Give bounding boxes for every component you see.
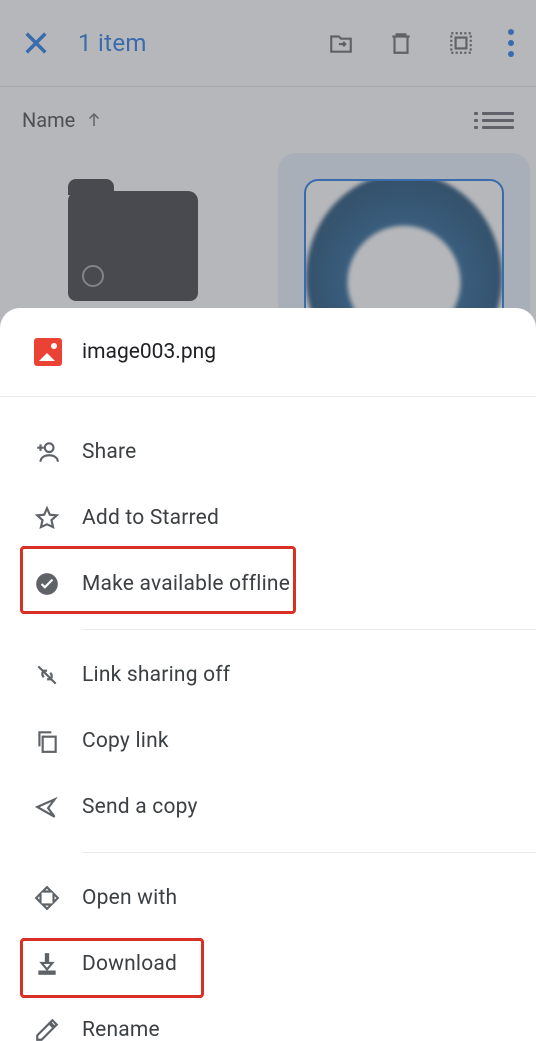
action-open-with[interactable]: Open with bbox=[0, 865, 536, 931]
action-label: Make available offline bbox=[82, 572, 290, 596]
action-label: Download bbox=[82, 952, 177, 976]
action-label: Send a copy bbox=[82, 795, 198, 819]
action-label: Open with bbox=[82, 886, 177, 910]
action-link-sharing[interactable]: Link sharing off bbox=[0, 642, 536, 708]
action-copy-link[interactable]: Copy link bbox=[0, 708, 536, 774]
sheet-header: image003.png bbox=[0, 308, 536, 396]
offline-icon bbox=[34, 571, 60, 597]
person-add-icon bbox=[34, 439, 60, 465]
bottom-sheet: image003.png Share Add to Starred Make a… bbox=[0, 308, 536, 1041]
image-file-icon bbox=[34, 338, 62, 366]
star-icon bbox=[34, 505, 60, 531]
action-label: Rename bbox=[82, 1018, 160, 1041]
action-download[interactable]: Download bbox=[0, 931, 536, 997]
action-label: Link sharing off bbox=[82, 663, 230, 687]
copy-icon bbox=[34, 728, 60, 754]
action-label: Copy link bbox=[82, 729, 169, 753]
action-send-copy[interactable]: Send a copy bbox=[0, 774, 536, 840]
action-share[interactable]: Share bbox=[0, 419, 536, 485]
action-available-offline[interactable]: Make available offline bbox=[0, 551, 536, 617]
action-star[interactable]: Add to Starred bbox=[0, 485, 536, 551]
action-rename[interactable]: Rename bbox=[0, 997, 536, 1041]
link-off-icon bbox=[34, 662, 60, 688]
open-with-icon bbox=[34, 885, 60, 911]
action-label: Add to Starred bbox=[82, 506, 219, 530]
download-icon bbox=[34, 951, 60, 977]
send-icon bbox=[34, 794, 60, 820]
action-label: Share bbox=[82, 440, 137, 464]
rename-icon bbox=[34, 1017, 60, 1041]
sheet-filename: image003.png bbox=[82, 340, 216, 364]
